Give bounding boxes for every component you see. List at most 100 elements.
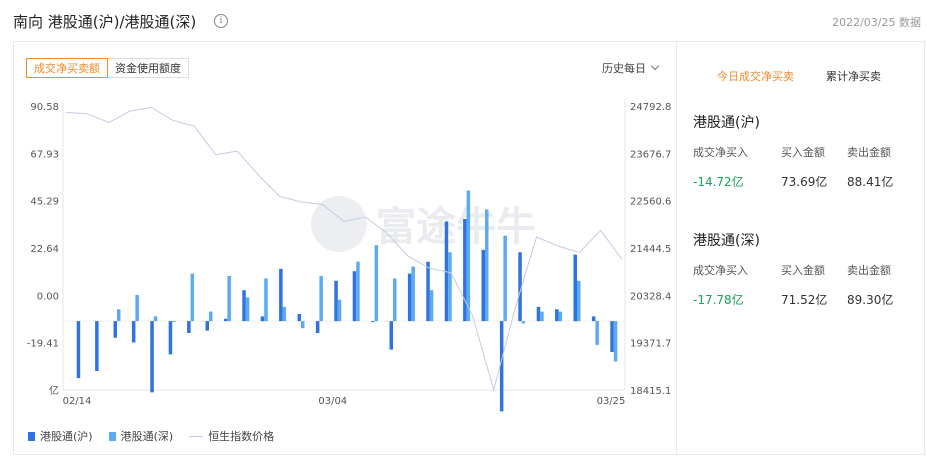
left-tick-label: 90.58 [30,102,59,113]
page-title: 南向 港股通(沪)/港股通(深) [13,13,197,31]
data-date: 2022/03/25 数据 [832,16,921,29]
bar-sh [536,306,541,322]
bar-sh [242,290,246,322]
bar-sh [573,254,577,322]
bar-sh [499,321,504,412]
bar-sz [393,278,397,322]
label-sell-amount: 卖出金额 [847,264,891,277]
bar-sh [187,321,191,334]
bar-sh [371,321,375,323]
legend-swatch-hsi [189,435,204,437]
label-net-buy: 成交净买入 [693,146,748,159]
bar-sz [319,276,323,322]
legend-swatch-sh [28,431,35,441]
bar-sz [356,261,360,322]
bar-sz [577,280,581,322]
right-tick-label: 19371.7 [630,339,671,350]
x-tick-label: 03/04 [318,396,347,407]
bar-sh [297,314,301,322]
left-tick-label: 亿 [49,384,59,397]
bar-sh [223,318,228,322]
bar-sz [282,306,287,322]
bar-sz [448,252,452,322]
right-tick-label: 20328.4 [630,291,671,302]
value-buy-amount: 73.69亿 [781,175,828,189]
bar-sz [190,273,195,322]
bar-sh [334,280,338,322]
bar-sz [153,316,158,322]
bar-sz [135,295,139,322]
summary-tabs: 今日成交净买卖 累计净买卖 [677,68,925,84]
x-tick-label: 03/25 [597,396,626,407]
bar-sh [463,219,467,322]
bar-sh [131,321,136,343]
summary-panel: 今日成交净买卖 累计净买卖 港股通(沪) 成交净买入 买入金额 卖出金额 -14… [677,41,925,455]
tab-cumulative-net[interactable]: 累计净买卖 [826,68,881,84]
bar-sh [481,249,485,322]
bar-sz [264,278,268,322]
value-net-buy: -17.78亿 [693,293,744,307]
label-sell-amount: 卖出金额 [847,146,891,159]
bar-sh [407,273,412,322]
summary-grid-sz: 成交净买入 买入金额 卖出金额 -17.78亿 71.52亿 89.30亿 [693,262,917,308]
summary-title-sz: 港股通(深) [693,233,760,249]
bar-sh [150,321,154,393]
bar-sh [279,268,283,322]
bar-sz [374,245,379,322]
bar-sz [466,190,471,322]
bar-sz [301,321,305,329]
bar-sh [389,321,393,350]
value-sell-amount: 89.30亿 [847,293,894,307]
bar-sz [503,235,507,322]
bar-sh [205,321,209,331]
bar-sh [591,316,596,322]
left-tick-label: 22.64 [30,244,59,255]
bar-sh [168,321,173,355]
bar-sz [245,297,250,322]
bar-sz [595,321,599,345]
bar-sh [76,321,81,379]
left-tick-label: 45.29 [30,197,59,208]
bar-sz [540,311,544,322]
right-tick-label: 23676.7 [630,149,671,160]
bar-sh [260,316,265,322]
label-net-buy: 成交净买入 [693,264,748,277]
legend-item-hsi[interactable]: 恒生指数价格 [189,428,274,444]
bar-sz [209,311,213,322]
label-buy-amount: 买入金额 [781,264,825,277]
bar-sz [613,321,618,362]
right-tick-label: 21444.5 [630,244,671,255]
bar-sh [426,261,430,322]
bar-sz [337,299,342,322]
value-buy-amount: 71.52亿 [781,293,828,307]
bar-sh [113,321,117,338]
label-buy-amount: 买入金额 [781,146,825,159]
bar-sz [411,266,415,322]
bar-sh [315,321,320,334]
right-tick-label: 24792.8 [630,102,671,113]
bar-sz [485,209,489,322]
bar-sz [429,290,434,322]
bar-sz [521,321,526,324]
chart-panel: 成交净买卖额 资金使用额度 历史每日 90.58 67.93 45.29 22.64 0… [13,41,677,455]
x-tick-label: 02/14 [63,396,92,407]
tab-today-net[interactable]: 今日成交净买卖 [717,68,794,84]
right-tick-label: 18415.1 [630,386,671,397]
bar-sz [117,309,121,322]
legend-label-sz: 港股通(深) [120,430,174,443]
summary-grid-sh: 成交净买入 买入金额 卖出金额 -14.72亿 73.69亿 88.41亿 [693,144,917,190]
legend-item-sz[interactable]: 港股通(深) [108,428,174,444]
left-tick-label: 0.00 [37,291,59,302]
value-net-buy: -14.72亿 [693,175,744,189]
bar-sh [555,309,559,322]
summary-title-sh: 港股通(沪) [693,115,760,131]
left-tick-label: 67.93 [30,149,59,160]
info-icon[interactable]: i [214,14,228,28]
watermark-text: 富途牛牛 [376,204,536,250]
legend-item-sh[interactable]: 港股通(沪) [28,428,93,444]
bar-sz [172,321,176,323]
summary-block-sh: 港股通(沪) 成交净买入 买入金额 卖出金额 -14.72亿 73.69亿 88… [693,112,917,190]
legend-swatch-sz [108,431,116,441]
chart-svg: 90.58 67.93 45.29 22.64 0.00 -19.41 亿 24792.8 23… [27,100,671,412]
page-header: 南向 港股通(沪)/港股通(深) i 2022/03/25 数据 [0,0,927,40]
